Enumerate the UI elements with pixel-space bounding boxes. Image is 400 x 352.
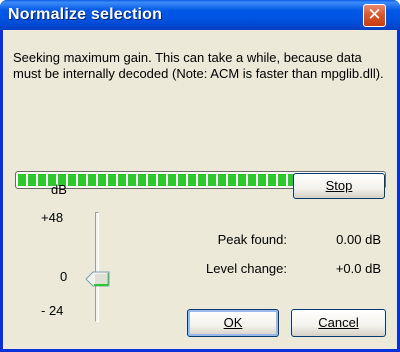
cancel-button-label: Cancel — [318, 315, 359, 330]
level-change-label: Level change: — [206, 261, 287, 276]
slider-min-label: - 24 — [41, 303, 64, 318]
peak-found-value: 0.00 dB — [336, 232, 381, 247]
close-button[interactable]: ✕ — [363, 4, 386, 27]
level-change-value: +0.0 dB — [335, 261, 381, 276]
gain-slider-track[interactable] — [95, 212, 99, 322]
slider-max-label: +48 — [41, 210, 64, 225]
close-icon: ✕ — [367, 5, 382, 24]
cancel-button[interactable]: Cancel — [291, 309, 386, 337]
status-message: Seeking maximum gain. This can take a wh… — [13, 50, 384, 81]
dialog-window: Normalize selection ✕ Seeking maximum ga… — [0, 0, 400, 352]
stop-button[interactable]: Stop — [293, 173, 385, 199]
ok-button-label: OK — [223, 315, 243, 330]
dialog-body: Seeking maximum gain. This can take a wh… — [3, 30, 397, 349]
peak-found-label: Peak found: — [217, 232, 287, 247]
ok-button[interactable]: OK — [187, 309, 279, 337]
window-title: Normalize selection — [8, 6, 163, 23]
title-bar[interactable]: Normalize selection ✕ — [0, 0, 400, 30]
gain-slider-thumb[interactable] — [85, 271, 111, 287]
slider-unit-label: dB — [51, 182, 67, 197]
stop-button-label: Stop — [325, 178, 353, 193]
slider-zero-label: 0 — [60, 269, 68, 284]
